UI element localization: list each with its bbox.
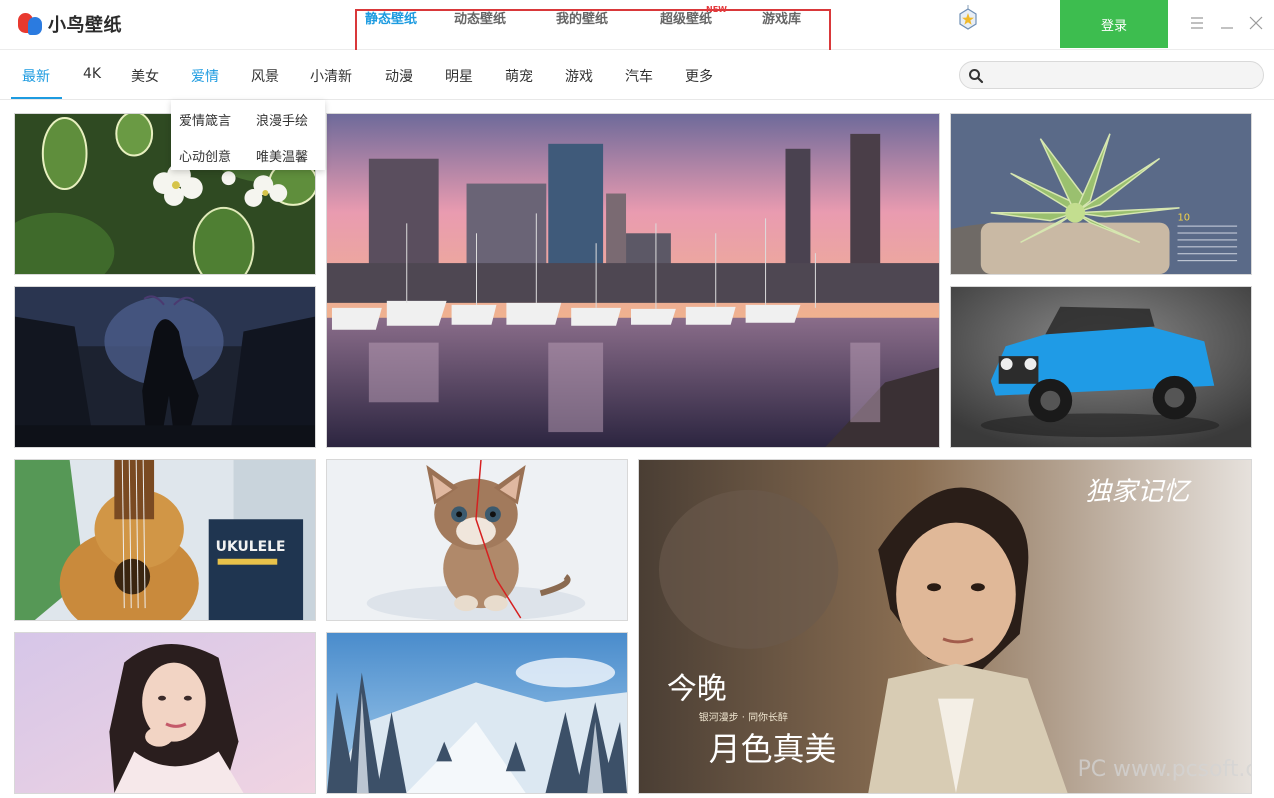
category-anime[interactable]: 动漫 bbox=[385, 66, 413, 86]
calendar-month: 10 bbox=[1177, 213, 1190, 224]
wallpaper-thumb-kitten[interactable] bbox=[326, 459, 628, 621]
poster-small-text: 银河漫步 · 同你长醉 bbox=[699, 710, 788, 723]
wallpaper-thumb-succulent-calendar[interactable]: 10 bbox=[950, 113, 1252, 275]
watermark-text: PC www.pcsoft.com.cn bbox=[1078, 757, 1251, 782]
wallpaper-thumb-portrait[interactable] bbox=[14, 632, 316, 794]
app-name: 小鸟壁纸 bbox=[48, 15, 122, 36]
love-subcategory-dropdown: 爱情箴言 浪漫手绘 心动创意 唯美温馨 bbox=[171, 100, 325, 170]
subcategory-warm-aesthetic[interactable]: 唯美温馨 bbox=[256, 146, 308, 165]
wallpaper-thumb-movie-poster[interactable]: 独家记忆 今晚 银河漫步 · 同你长醉 月色真美 PC www.pcsoft.c… bbox=[638, 459, 1252, 794]
tab-dynamic-wallpaper[interactable]: 动态壁纸 bbox=[454, 8, 506, 27]
category-4k[interactable]: 4K bbox=[83, 66, 101, 82]
category-pets[interactable]: 萌宠 bbox=[505, 66, 533, 86]
tab-my-wallpaper[interactable]: 我的壁纸 bbox=[556, 8, 608, 27]
poster-line-tonight: 今晚 bbox=[667, 672, 727, 707]
subcategory-love-quotes[interactable]: 爱情箴言 bbox=[179, 110, 231, 129]
search-box[interactable] bbox=[959, 61, 1264, 89]
poster-title: 独家记忆 bbox=[1086, 477, 1193, 507]
new-badge: NEW bbox=[706, 5, 727, 14]
category-celebrity[interactable]: 明星 bbox=[445, 66, 473, 86]
search-input[interactable] bbox=[990, 65, 1255, 85]
skin-icon[interactable] bbox=[956, 5, 980, 31]
app-logo[interactable]: 小鸟壁纸 bbox=[18, 11, 122, 37]
minimize-icon[interactable] bbox=[1218, 14, 1236, 32]
bird-logo-icon bbox=[18, 11, 44, 37]
wallpaper-thumb-snow-mountain[interactable] bbox=[326, 632, 628, 794]
subcategory-heart-creative[interactable]: 心动创意 bbox=[179, 146, 231, 165]
close-icon[interactable] bbox=[1247, 14, 1265, 32]
search-icon[interactable] bbox=[968, 68, 984, 84]
title-bar: 小鸟壁纸 静态壁纸 动态壁纸 我的壁纸 超级壁纸 NEW 游戏库 登录 bbox=[0, 0, 1274, 61]
category-fresh[interactable]: 小清新 bbox=[310, 66, 352, 86]
subcategory-romantic-drawing[interactable]: 浪漫手绘 bbox=[256, 110, 308, 129]
category-cars[interactable]: 汽车 bbox=[625, 66, 653, 86]
category-beauty[interactable]: 美女 bbox=[131, 66, 159, 86]
category-more[interactable]: 更多 bbox=[685, 66, 713, 86]
ukulele-book-title: UKULELE bbox=[216, 539, 286, 555]
category-scenery[interactable]: 风景 bbox=[251, 66, 279, 86]
tab-static-wallpaper[interactable]: 静态壁纸 bbox=[365, 8, 417, 27]
tab-game-library[interactable]: 游戏库 bbox=[762, 8, 801, 27]
wallpaper-thumb-blue-jeep[interactable] bbox=[950, 286, 1252, 448]
category-love[interactable]: 爱情 bbox=[191, 66, 219, 86]
wallpaper-thumb-dark-hero[interactable] bbox=[14, 286, 316, 448]
category-latest[interactable]: 最新 bbox=[22, 66, 50, 86]
category-games[interactable]: 游戏 bbox=[565, 66, 593, 86]
login-button[interactable]: 登录 bbox=[1060, 0, 1168, 48]
menu-icon[interactable] bbox=[1188, 14, 1206, 32]
wallpaper-thumb-ukulele[interactable]: UKULELE bbox=[14, 459, 316, 621]
active-category-underline bbox=[11, 97, 62, 99]
poster-line-moon: 月色真美 bbox=[709, 730, 837, 768]
wallpaper-thumb-marina-city[interactable] bbox=[326, 113, 940, 448]
tab-super-wallpaper[interactable]: 超级壁纸 bbox=[660, 8, 712, 27]
category-nav: 最新 4K 美女 爱情 风景 小清新 动漫 明星 萌宠 游戏 汽车 更多 bbox=[0, 50, 1274, 100]
